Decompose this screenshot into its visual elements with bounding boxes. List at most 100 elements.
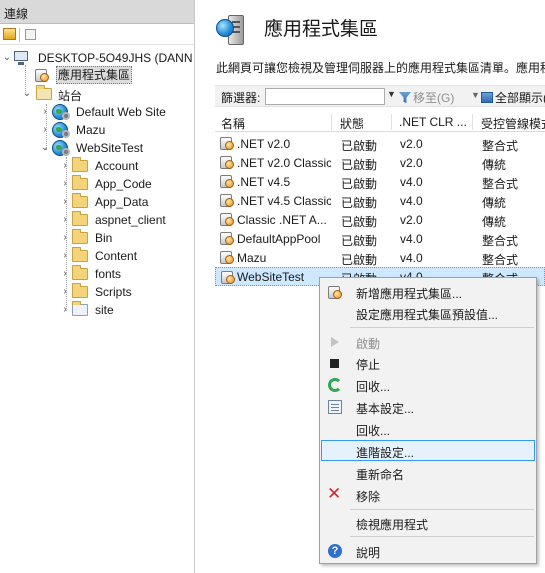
show-all-button[interactable]: 全部顯示(A bbox=[481, 89, 545, 106]
pool-mode: 整合式 bbox=[482, 234, 519, 248]
connections-toolbar bbox=[0, 25, 194, 45]
tree-item-folder[interactable]: › site bbox=[60, 301, 190, 319]
menu-item-label: 新增應用程式集區... bbox=[356, 287, 463, 301]
chevron-right-icon[interactable]: › bbox=[40, 124, 50, 136]
folder-icon bbox=[72, 229, 88, 244]
column-header-name[interactable]: 名稱 bbox=[221, 115, 245, 132]
menu-item-recycle[interactable]: 回收... bbox=[321, 374, 535, 395]
pool-name: WebSiteTest bbox=[237, 270, 305, 284]
folder-icon bbox=[72, 211, 88, 226]
menu-item-stop[interactable]: 停止 bbox=[321, 352, 535, 373]
tree-item-site[interactable]: › Mazu bbox=[40, 121, 190, 139]
menu-separator bbox=[350, 327, 534, 328]
chevron-right-icon[interactable]: › bbox=[60, 250, 70, 262]
table-header: 名稱 狀態 .NET CLR ... 受控管線模式 bbox=[215, 112, 545, 132]
menu-item-start[interactable]: 啟動 bbox=[321, 331, 535, 352]
pool-status: 已啟動 bbox=[341, 158, 378, 172]
chevron-down-icon[interactable]: ⌄ bbox=[40, 142, 50, 154]
tree-item-folder[interactable]: › Scripts bbox=[60, 283, 190, 301]
pool-name: .NET v2.0 bbox=[237, 137, 291, 151]
table-row[interactable]: Mazu 已啟動 v4.0 整合式 bbox=[215, 248, 545, 267]
toolbar-save-icon[interactable] bbox=[25, 29, 36, 40]
tree-item-folder[interactable]: › Account bbox=[60, 157, 190, 175]
column-header-clr[interactable]: .NET CLR ... bbox=[399, 115, 467, 129]
menu-item-view-apps[interactable]: 檢視應用程式 bbox=[321, 512, 535, 533]
folder-icon bbox=[72, 283, 88, 298]
go-button[interactable]: 移至(G) bbox=[399, 89, 454, 106]
pool-status: 已啟動 bbox=[341, 177, 378, 191]
chevron-down-icon[interactable]: ⌄ bbox=[22, 88, 32, 100]
table-row[interactable]: .NET v4.5 Classic 已啟動 v4.0 傳統 bbox=[215, 191, 545, 210]
chevron-right-icon[interactable]: › bbox=[60, 304, 70, 316]
app-pool-icon bbox=[219, 192, 235, 208]
chevron-right-icon[interactable]: › bbox=[60, 286, 70, 298]
chevron-right-icon[interactable]: › bbox=[60, 232, 70, 244]
properties-icon bbox=[327, 399, 343, 415]
filter-dropdown-icon[interactable]: ▼ bbox=[387, 89, 396, 99]
pool-status: 已啟動 bbox=[341, 196, 378, 210]
menu-item-label: 回收... bbox=[356, 380, 391, 394]
filter-label: 篩選器: bbox=[221, 91, 261, 105]
go-dropdown-icon[interactable]: ▼ bbox=[471, 90, 480, 100]
table-row[interactable]: DefaultAppPool 已啟動 v4.0 整合式 bbox=[215, 229, 545, 248]
column-header-status[interactable]: 狀態 bbox=[340, 115, 364, 132]
tree-item-site[interactable]: › Default Web Site bbox=[40, 103, 190, 121]
tree-item-folder[interactable]: › aspnet_client bbox=[60, 211, 190, 229]
gear-icon bbox=[62, 112, 70, 120]
menu-item-remove[interactable]: ✕ 移除 bbox=[321, 484, 535, 505]
sites-label: 站台 bbox=[58, 89, 83, 103]
play-icon bbox=[327, 334, 343, 350]
connections-title: 連線 bbox=[4, 7, 29, 21]
tree-item-folder[interactable]: › Bin bbox=[60, 229, 190, 247]
menu-item-label: 進階設定... bbox=[356, 446, 415, 460]
tree-item-site[interactable]: ⌄ WebSiteTest bbox=[40, 139, 190, 157]
connect-icon[interactable] bbox=[3, 28, 16, 40]
recycle-icon bbox=[327, 377, 343, 393]
tree-item-sites[interactable]: ⌄ 站台 bbox=[22, 85, 172, 103]
chevron-down-icon[interactable]: ⌄ bbox=[2, 52, 12, 64]
pool-name: DefaultAppPool bbox=[237, 232, 321, 246]
show-all-label: 全部顯示(A bbox=[495, 91, 545, 105]
table-row[interactable]: .NET v2.0 已啟動 v2.0 整合式 bbox=[215, 134, 545, 153]
pool-status: 已啟動 bbox=[341, 139, 378, 153]
tree-item-app-pools[interactable]: 應用程式集區 bbox=[24, 66, 174, 84]
chevron-right-icon[interactable]: › bbox=[60, 160, 70, 172]
folder-label: Bin bbox=[95, 231, 113, 245]
menu-item-label: 停止 bbox=[356, 358, 381, 372]
menu-item-basic-settings[interactable]: 基本設定... bbox=[321, 396, 535, 417]
gear-icon bbox=[62, 148, 70, 156]
menu-item-set-defaults[interactable]: 設定應用程式集區預設值... bbox=[321, 302, 535, 323]
toolbar-separator bbox=[19, 28, 20, 42]
tree-item-folder[interactable]: › App_Code bbox=[60, 175, 190, 193]
chevron-right-icon[interactable]: › bbox=[60, 214, 70, 226]
table-row[interactable]: .NET v2.0 Classic 已啟動 v2.0 傳統 bbox=[215, 153, 545, 172]
folder-icon bbox=[72, 193, 88, 208]
menu-item-advanced-settings[interactable]: 進階設定... bbox=[321, 440, 535, 461]
table-row[interactable]: .NET v4.5 已啟動 v4.0 整合式 bbox=[215, 172, 545, 191]
tree-item-folder[interactable]: › fonts bbox=[60, 265, 190, 283]
menu-item-rename[interactable]: 重新命名 bbox=[321, 462, 535, 483]
app-pools-title-icon bbox=[214, 13, 248, 47]
tree-item-folder[interactable]: › App_Data bbox=[60, 193, 190, 211]
menu-item-help[interactable]: ? 說明 bbox=[321, 540, 535, 561]
pool-clr: v2.0 bbox=[400, 213, 423, 227]
column-header-pipeline[interactable]: 受控管線模式 bbox=[481, 115, 545, 132]
app-pool-icon bbox=[219, 173, 235, 189]
tree-item-folder[interactable]: › Content bbox=[60, 247, 190, 265]
show-all-icon bbox=[481, 92, 493, 103]
chevron-right-icon[interactable]: › bbox=[60, 178, 70, 190]
tree-item-server[interactable]: ⌄ DESKTOP-5O49JHS (DANN bbox=[2, 49, 194, 67]
pool-mode: 傳統 bbox=[482, 196, 507, 210]
chevron-right-icon[interactable]: › bbox=[40, 106, 50, 118]
pool-clr: v4.0 bbox=[400, 175, 423, 189]
menu-item-add-app-pool[interactable]: 新增應用程式集區... bbox=[321, 281, 535, 302]
chevron-right-icon[interactable]: › bbox=[60, 268, 70, 280]
menu-item-recycling[interactable]: 回收... bbox=[321, 418, 535, 439]
funnel-icon bbox=[399, 92, 411, 103]
filter-input[interactable] bbox=[265, 88, 385, 105]
chevron-right-icon[interactable]: › bbox=[60, 196, 70, 208]
folder-icon bbox=[72, 157, 88, 172]
context-menu: 新增應用程式集區... 設定應用程式集區預設值... 啟動 停止 回收... 基… bbox=[319, 277, 537, 564]
folder-icon bbox=[72, 265, 88, 280]
table-row[interactable]: Classic .NET A... 已啟動 v2.0 傳統 bbox=[215, 210, 545, 229]
